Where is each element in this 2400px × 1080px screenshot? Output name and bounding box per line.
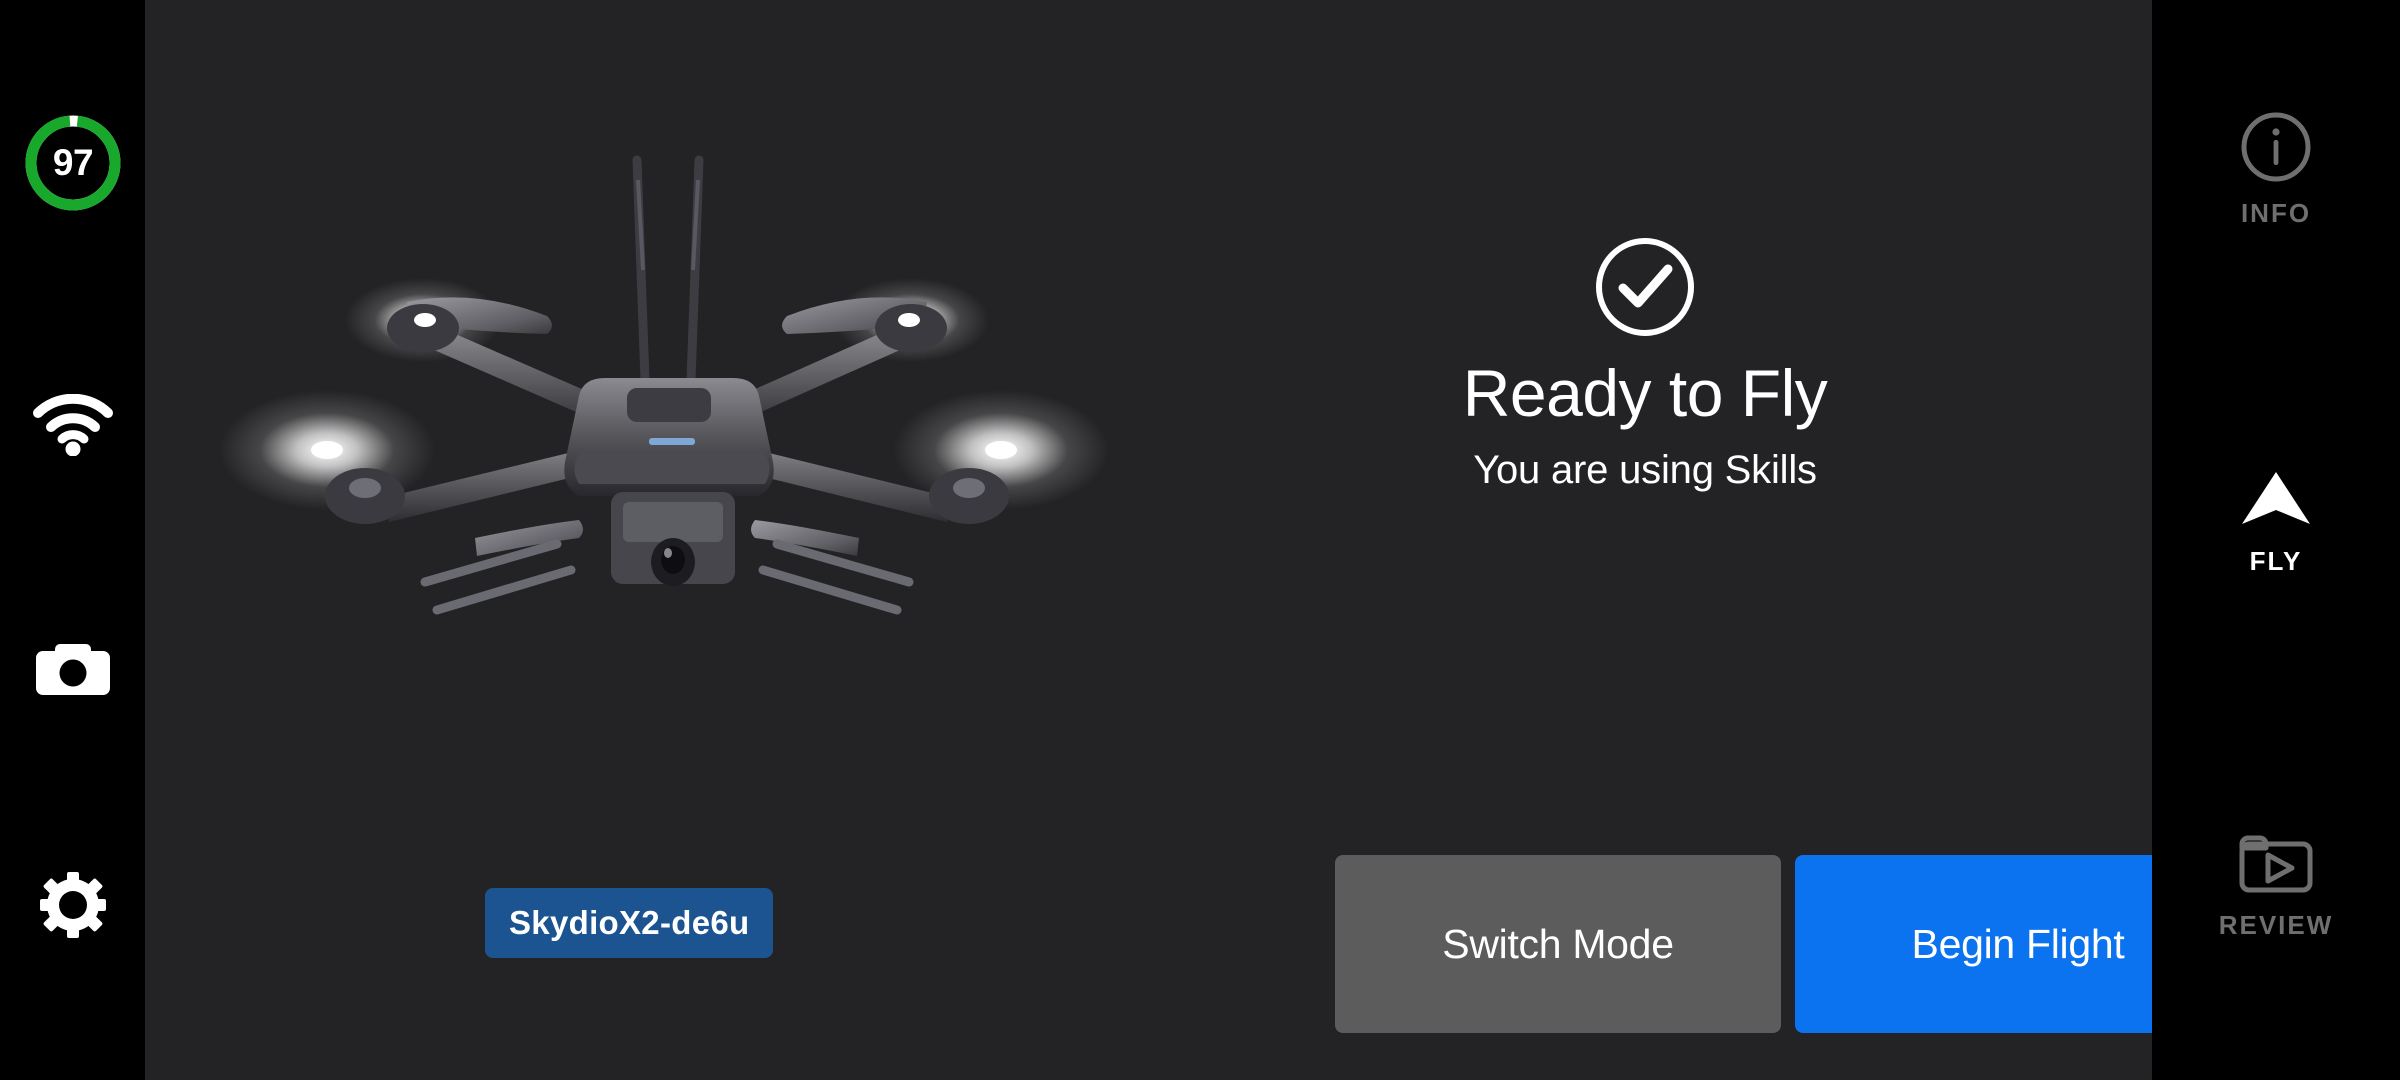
battery-percent-label: 97 <box>52 142 94 183</box>
device-name-badge[interactable]: SkydioX2-de6u <box>485 888 774 958</box>
wifi-status-icon[interactable] <box>0 380 145 470</box>
rail-item-review[interactable]: REVIEW <box>2152 830 2400 941</box>
rail-item-fly[interactable]: FLY <box>2152 468 2400 577</box>
action-buttons: Switch Mode Begin Flight <box>1335 855 2241 1033</box>
camera-button[interactable] <box>0 625 145 711</box>
main-panel: SkydioX2-de6u Ready to Fly You are using… <box>145 0 2241 1080</box>
camera-icon <box>35 644 110 695</box>
rail-item-info-label: INFO <box>2240 198 2312 228</box>
settings-button[interactable] <box>0 860 145 950</box>
rail-item-fly-label: FLY <box>2249 546 2303 576</box>
drone-illustration <box>175 120 1175 640</box>
status-title: Ready to Fly <box>1462 356 1828 430</box>
folder-play-icon <box>2239 835 2313 893</box>
rail-item-info[interactable]: INFO <box>2152 110 2400 229</box>
status-block: Ready to Fly You are using Skills <box>1255 235 2035 493</box>
info-circle-icon <box>2241 112 2311 182</box>
left-sidebar: 97 <box>0 0 145 1080</box>
app-screen: 97 SkydioX2-de6u Ready to Fly You are us… <box>0 0 2400 1080</box>
status-subtitle: You are using Skills <box>1473 447 1817 492</box>
check-circle-icon <box>1596 238 1694 336</box>
gear-icon <box>39 872 106 938</box>
drone-image <box>219 155 1109 615</box>
wifi-icon <box>32 394 113 456</box>
rail-item-review-label: REVIEW <box>2218 910 2334 940</box>
battery-indicator[interactable]: 97 <box>22 112 124 214</box>
right-sidebar: INFO FLY REVIEW <box>2152 0 2400 1080</box>
navigation-arrow-icon <box>2242 472 2310 524</box>
switch-mode-button[interactable]: Switch Mode <box>1335 855 1781 1033</box>
